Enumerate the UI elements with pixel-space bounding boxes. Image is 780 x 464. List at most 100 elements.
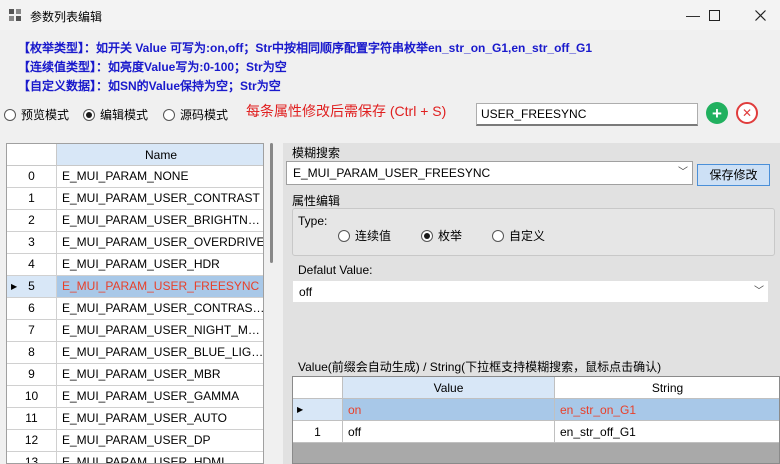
list-item-name[interactable]: E_MUI_PARAM_USER_MBR (57, 364, 263, 385)
mode-source-label: 源码模式 (180, 108, 229, 122)
list-item-name[interactable]: E_MUI_PARAM_USER_HDR (57, 254, 263, 275)
list-item-index[interactable]: 13 (7, 452, 57, 463)
list-item-index[interactable]: 4 (7, 254, 57, 275)
list-item[interactable]: 1 E_MUI_PARAM_USER_CONTRAST (7, 188, 263, 210)
title-bar: 参数列表编辑 — (0, 0, 780, 30)
type-enum-radio[interactable]: 枚举 (421, 227, 462, 244)
list-item-name[interactable]: E_MUI_PARAM_USER_OVERDRIVE (57, 232, 263, 253)
list-item-name[interactable]: E_MUI_PARAM_USER_NIGHT_MODE (57, 320, 263, 341)
chevron-down-icon: ﹀ (678, 167, 688, 178)
list-item[interactable]: 11 E_MUI_PARAM_USER_AUTO (7, 408, 263, 430)
list-item[interactable]: 2 E_MUI_PARAM_USER_BRIGHTNESS (7, 210, 263, 232)
list-item-name[interactable]: E_MUI_PARAM_USER_HDMI (57, 452, 263, 463)
list-item-index[interactable]: 12 (7, 430, 57, 451)
list-item-index[interactable]: 11 (7, 408, 57, 429)
list-item-index[interactable]: 3 (7, 232, 57, 253)
list-item-name[interactable]: E_MUI_PARAM_USER_DP (57, 430, 263, 451)
chevron-down-icon: ﹀ (754, 286, 764, 297)
mode-edit-label: 编辑模式 (100, 108, 149, 122)
list-column-name[interactable]: Name (57, 144, 263, 166)
props-label: 属性编辑 (292, 194, 341, 208)
type-continuous-radio[interactable]: 连续值 (338, 227, 391, 244)
list-item[interactable]: 9 E_MUI_PARAM_USER_MBR (7, 364, 263, 386)
save-button[interactable]: 保存修改 (697, 164, 770, 186)
list-item[interactable]: 8 E_MUI_PARAM_USER_BLUE_LIGHT (7, 342, 263, 364)
list-corner-cell (7, 144, 57, 166)
list-item-name[interactable]: E_MUI_PARAM_USER_CONTRAST_RATIO (57, 298, 263, 319)
values-column-value[interactable]: Value (343, 377, 555, 399)
values-grid[interactable]: Value String ▶ on en_str_on_G1 1 off en_… (292, 376, 780, 464)
list-item-index[interactable]: 6 (7, 298, 57, 319)
list-item-index[interactable]: 10 (7, 386, 57, 407)
value-cell[interactable]: on (343, 399, 555, 421)
radio-circle-icon (163, 108, 175, 121)
list-item[interactable]: 4 E_MUI_PARAM_USER_HDR (7, 254, 263, 276)
values-row-indicator[interactable]: ▶ (293, 399, 343, 421)
delete-button[interactable]: ✕ (736, 102, 758, 124)
hint-continuous: 【连续值类型】：如亮度Value写为:0-100；Str为空 (18, 60, 287, 74)
string-cell[interactable]: en_str_on_G1 (555, 399, 779, 421)
values-column-string[interactable]: String (555, 377, 779, 399)
param-list-grid[interactable]: Name 0 E_MUI_PARAM_NONE 1 E_MUI_PARAM_USER_… (6, 143, 264, 464)
default-value: off (299, 285, 313, 299)
list-item-index[interactable]: 8 (7, 342, 57, 363)
list-item[interactable]: 12 E_MUI_PARAM_USER_DP (7, 430, 263, 452)
mode-preview-label: 预览模式 (21, 108, 70, 122)
string-cell[interactable]: en_str_off_G1 (555, 421, 779, 443)
save-warning: 每条属性修改后需保存 (Ctrl + S) (246, 103, 447, 119)
mode-source-radio[interactable]: 源码模式 (163, 106, 228, 123)
radio-selected-icon (421, 229, 433, 242)
values-corner-cell (293, 377, 343, 399)
value-cell[interactable]: off (343, 421, 555, 443)
mode-preview-radio[interactable]: 预览模式 (4, 106, 69, 123)
list-item-name[interactable]: E_MUI_PARAM_USER_BRIGHTNESS (57, 210, 263, 231)
list-item[interactable]: 13 E_MUI_PARAM_USER_HDMI (7, 452, 263, 463)
radio-circle-icon (338, 229, 350, 242)
list-item[interactable]: 7 E_MUI_PARAM_USER_NIGHT_MODE (7, 320, 263, 342)
type-label: Type: (298, 214, 328, 228)
list-item-index[interactable]: 9 (7, 364, 57, 385)
maximize-icon (708, 9, 720, 21)
maximize-button[interactable] (691, 0, 737, 30)
list-item[interactable]: 5 ▶ E_MUI_PARAM_USER_FREESYNC (7, 276, 263, 298)
search-combo[interactable]: E_MUI_PARAM_USER_FREESYNC ﹀ (286, 161, 693, 185)
plus-icon: + (712, 103, 722, 123)
type-enum-label: 枚举 (438, 229, 463, 243)
list-item-name[interactable]: E_MUI_PARAM_USER_BLUE_LIGHT (57, 342, 263, 363)
type-continuous-label: 连续值 (355, 229, 392, 243)
delete-icon: ✕ (741, 106, 753, 120)
hint-custom: 【自定义数据】：如SN的Value保持为空；Str为空 (18, 79, 281, 93)
list-item[interactable]: 6E_MUI_PARAM_USER_CONTRAST_RATIO (7, 298, 263, 320)
radio-circle-icon (4, 108, 16, 121)
list-item-name[interactable]: E_MUI_PARAM_USER_GAMMA (57, 386, 263, 407)
mode-edit-radio[interactable]: 编辑模式 (83, 106, 148, 123)
list-header: Name (7, 144, 263, 166)
values-row-index[interactable]: 1 (293, 421, 343, 443)
list-item-index[interactable]: 2 (7, 210, 57, 231)
list-item-name[interactable]: E_MUI_PARAM_USER_CONTRAST (57, 188, 263, 209)
list-item-index[interactable]: 7 (7, 320, 57, 341)
search-label: 模糊搜索 (292, 146, 341, 160)
values-caption: Value(前缀会自动生成) / String(下拉框支持模糊搜索，鼠标点击确认… (298, 360, 662, 374)
row-pointer-icon: ▶ (11, 282, 18, 291)
list-item-name[interactable]: E_MUI_PARAM_USER_AUTO (57, 408, 263, 429)
search-value: E_MUI_PARAM_USER_FREESYNC (293, 166, 491, 180)
add-button[interactable]: + (706, 102, 728, 124)
param-name-input[interactable]: USER_FREESYNC (476, 103, 698, 126)
close-window-button[interactable] (737, 0, 780, 30)
hint-enum: 【枚举类型】：如开关 Value 可写为:on,off；Str中按相同顺序配置字… (18, 41, 593, 55)
type-custom-radio[interactable]: 自定义 (492, 227, 545, 244)
window-title: 参数列表编辑 (30, 10, 103, 24)
list-item[interactable]: 10 E_MUI_PARAM_USER_GAMMA (7, 386, 263, 408)
list-scrollbar[interactable] (270, 143, 273, 263)
list-item-name[interactable]: E_MUI_PARAM_NONE (57, 166, 263, 187)
type-custom-label: 自定义 (509, 229, 546, 243)
default-value-combo[interactable]: off ﹀ (292, 280, 769, 303)
list-item-index[interactable]: 1 (7, 188, 57, 209)
list-item-name[interactable]: E_MUI_PARAM_USER_FREESYNC (57, 276, 263, 297)
close-icon (754, 9, 766, 21)
list-item[interactable]: 3 E_MUI_PARAM_USER_OVERDRIVE (7, 232, 263, 254)
radio-circle-icon (492, 229, 504, 242)
list-item-index[interactable]: 0 (7, 166, 57, 187)
list-item[interactable]: 0 E_MUI_PARAM_NONE (7, 166, 263, 188)
